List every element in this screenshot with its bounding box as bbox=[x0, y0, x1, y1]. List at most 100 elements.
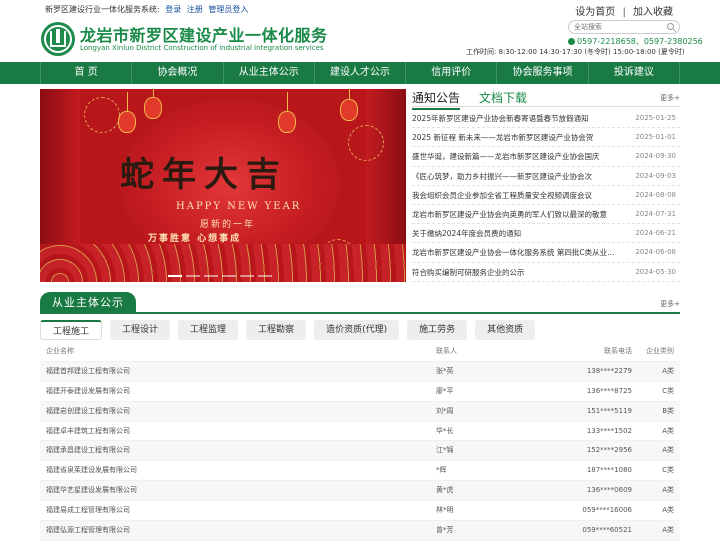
banner-headline: 蛇年大吉 bbox=[120, 155, 288, 195]
notice-title[interactable]: 2025 新征程 新未来——龙岩市新罗区建设产业协会贺 bbox=[412, 128, 617, 147]
search-input[interactable] bbox=[569, 21, 661, 33]
tab-supervision[interactable]: 工程监理 bbox=[178, 320, 239, 340]
firework-icon bbox=[84, 97, 120, 133]
company-name[interactable]: 福建开泰建设发展有限公司 bbox=[46, 382, 130, 402]
table-row[interactable]: 福建承昌建设工程有限公司 江*锦 152****2956 A类 bbox=[40, 441, 680, 462]
notice-title[interactable]: 我会组织会员企业参加全省工程质量安全视频调度会议 bbox=[412, 186, 617, 205]
notice-title[interactable]: 《匠心筑梦，助力乡村振兴——新罗区建设产业协会次 bbox=[412, 167, 617, 186]
nav-item-talent[interactable]: 建设人才公示 bbox=[315, 62, 407, 84]
lantern-icon bbox=[144, 89, 162, 119]
nav-item-services[interactable]: 协会服务事项 bbox=[497, 62, 589, 84]
table-header: 企业名称 联系人 联系电话 企业类别 bbox=[40, 342, 680, 362]
company-name[interactable]: 福建岩创建设工程有限公司 bbox=[46, 402, 130, 422]
notice-title[interactable]: 2025年新罗区建设产业协会新春寄语暨春节放假通知 bbox=[412, 109, 617, 128]
col-phone: 联系电话 bbox=[604, 347, 632, 355]
notice-item[interactable]: 《匠心筑梦，助力乡村振兴——新罗区建设产业协会次 2024-09-03 bbox=[412, 167, 680, 186]
top-strip: 新罗区建设行业一体化服务系统: 登录 注册 管理员登入 设为首页 | 加入收藏 bbox=[0, 0, 720, 20]
contact-name: 曾*芳 bbox=[436, 526, 454, 535]
notice-item[interactable]: 盛世华诞，建设新篇——龙岩市新罗区建设产业协会国庆 2024-09-30 bbox=[412, 147, 680, 167]
notice-title[interactable]: 盛世华诞，建设新篇——龙岩市新罗区建设产业协会国庆 bbox=[412, 147, 617, 166]
system-label: 新罗区建设行业一体化服务系统: bbox=[45, 5, 160, 14]
col-company: 企业名称 bbox=[46, 347, 74, 355]
nav-items: 首 页 协会概况 从业主体公示 建设人才公示 信用评价 协会服务事项 投诉建议 bbox=[40, 62, 680, 84]
tab-notices[interactable]: 通知公告 bbox=[412, 89, 461, 110]
carousel-dot[interactable] bbox=[258, 275, 272, 277]
company-name[interactable]: 福建卓丰建筑工程有限公司 bbox=[46, 422, 130, 442]
carousel-dot[interactable] bbox=[186, 275, 200, 277]
notice-more-link[interactable]: 更多+ bbox=[660, 93, 680, 103]
tab-downloads[interactable]: 文档下载 bbox=[479, 89, 527, 106]
carousel-dot[interactable] bbox=[204, 275, 218, 277]
notice-list: 2025年新罗区建设产业协会新春寄语暨春节放假通知 2025-01-25 2025… bbox=[412, 109, 680, 282]
notice-date: 2024-08-08 bbox=[635, 190, 676, 199]
company-name[interactable]: 福建弘源工程管理有限公司 bbox=[46, 521, 130, 541]
table-row[interactable]: 福建易成工程管理有限公司 林*明 059****16006 A类 bbox=[40, 501, 680, 522]
top-links: 新罗区建设行业一体化服务系统: 登录 注册 管理员登入 bbox=[45, 4, 248, 15]
notice-date: 2025-01-25 bbox=[635, 114, 676, 122]
login-link[interactable]: 登录 bbox=[165, 5, 181, 14]
notice-item[interactable]: 龙岩市新罗区建设产业协会向英勇的军人们致以最深的敬意 2024-07-31 bbox=[412, 205, 680, 225]
carousel-dot[interactable] bbox=[168, 275, 182, 277]
nav-item-entities[interactable]: 从业主体公示 bbox=[224, 62, 315, 84]
carousel-dot[interactable] bbox=[240, 275, 254, 277]
company-category: A类 bbox=[662, 426, 674, 435]
contact-name: 刘*周 bbox=[436, 406, 454, 415]
company-name[interactable]: 福建省泉茱建设发展有限公司 bbox=[46, 461, 137, 481]
hero-banner[interactable]: 蛇年大吉 HAPPY NEW YEAR 愿新的一年 万事胜意 心想事成 bbox=[40, 89, 406, 282]
company-name[interactable]: 福建承昌建设工程有限公司 bbox=[46, 441, 130, 461]
search-box bbox=[568, 20, 680, 34]
notice-item[interactable]: 符合购买编制可研服务企业的公示 2024-05-30 bbox=[412, 263, 680, 282]
admin-login-link[interactable]: 管理员登入 bbox=[208, 5, 248, 14]
notice-item[interactable]: 我会组织会员企业参加全省工程质量安全视频调度会议 2024-08-08 bbox=[412, 186, 680, 205]
company-name[interactable]: 福建华艺星建设发展有限公司 bbox=[46, 481, 137, 501]
lantern-icon bbox=[278, 92, 296, 133]
top-actions: 设为首页 | 加入收藏 bbox=[575, 3, 673, 18]
table-row[interactable]: 福建华艺星建设发展有限公司 黄*虎 136****0609 A类 bbox=[40, 481, 680, 502]
contact-name: 张*英 bbox=[436, 366, 454, 375]
tab-cost[interactable]: 造价资质(代理) bbox=[314, 320, 400, 340]
notice-title[interactable]: 关于缴纳2024年度会员费的通知 bbox=[412, 224, 617, 243]
category-tabs: 工程施工 工程设计 工程监理 工程勘察 造价资质(代理) 施工劳务 其他资质 bbox=[40, 320, 680, 340]
company-name[interactable]: 福建易成工程管理有限公司 bbox=[46, 501, 130, 521]
register-link[interactable]: 注册 bbox=[187, 5, 203, 14]
company-name[interactable]: 福建首邦建设工程有限公司 bbox=[46, 362, 130, 382]
tab-other[interactable]: 其他资质 bbox=[475, 320, 536, 340]
table-row[interactable]: 福建岩创建设工程有限公司 刘*周 151****5119 B类 bbox=[40, 401, 680, 422]
notice-item[interactable]: 龙岩市新罗区建设产业协会一体化服务系统 第四批C类从业主体 2024-06-08 bbox=[412, 243, 680, 263]
notice-item[interactable]: 2025年新罗区建设产业协会新春寄语暨春节放假通知 2025-01-25 bbox=[412, 109, 680, 129]
table-row[interactable]: 福建弘源工程管理有限公司 曾*芳 059****60521 A类 bbox=[40, 521, 680, 541]
table-row[interactable]: 福建开泰建设发展有限公司 廖*平 136****8725 C类 bbox=[40, 382, 680, 402]
site-logo[interactable] bbox=[41, 22, 75, 56]
firework-icon bbox=[348, 125, 384, 161]
tab-design[interactable]: 工程设计 bbox=[110, 320, 171, 340]
logo-glyph-icon bbox=[50, 29, 66, 47]
notice-title[interactable]: 龙岩市新罗区建设产业协会一体化服务系统 第四批C类从业主体 bbox=[412, 243, 617, 262]
section-more-link[interactable]: 更多+ bbox=[660, 299, 680, 309]
section-title: 从业主体公示 bbox=[40, 292, 136, 314]
notice-title[interactable]: 龙岩市新罗区建设产业协会向英勇的军人们致以最深的敬意 bbox=[412, 205, 617, 224]
tab-labor[interactable]: 施工劳务 bbox=[407, 320, 468, 340]
table-row[interactable]: 福建首邦建设工程有限公司 张*英 138****2279 A类 bbox=[40, 361, 680, 382]
search-icon[interactable] bbox=[667, 23, 674, 30]
nav-item-credit[interactable]: 信用评价 bbox=[406, 62, 498, 84]
notice-item[interactable]: 关于缴纳2024年度会员费的通知 2024-06-21 bbox=[412, 224, 680, 244]
nav-item-home[interactable]: 首 页 bbox=[40, 62, 133, 84]
table-row[interactable]: 福建省泉茱建设发展有限公司 *辉 187****1080 C类 bbox=[40, 461, 680, 482]
site-subtitle: Longyan Xinluo District Construction of … bbox=[80, 44, 324, 52]
entities-section-header: 从业主体公示 更多+ bbox=[40, 292, 680, 314]
nav-item-complaints[interactable]: 投诉建议 bbox=[589, 62, 680, 84]
carousel-dot[interactable] bbox=[222, 275, 236, 277]
contact-phone: 059****60521 bbox=[582, 526, 632, 535]
contact-name: *辉 bbox=[436, 466, 447, 475]
nav-item-about[interactable]: 协会概况 bbox=[132, 62, 224, 84]
notice-title[interactable]: 符合购买编制可研服务企业的公示 bbox=[412, 263, 617, 282]
set-home-link[interactable]: 设为首页 bbox=[575, 7, 615, 18]
contact-phone: 138****2279 bbox=[586, 366, 632, 375]
contact-phone: 187****1080 bbox=[586, 466, 632, 475]
contact-phone: 059****16006 bbox=[582, 506, 632, 515]
notice-item[interactable]: 2025 新征程 新未来——龙岩市新罗区建设产业协会贺 2025-01-01 bbox=[412, 128, 680, 148]
add-favorite-link[interactable]: 加入收藏 bbox=[633, 7, 673, 18]
table-row[interactable]: 福建卓丰建筑工程有限公司 华*长 133****1502 A类 bbox=[40, 422, 680, 442]
tab-construction[interactable]: 工程施工 bbox=[40, 320, 103, 340]
tab-survey[interactable]: 工程勘察 bbox=[246, 320, 307, 340]
